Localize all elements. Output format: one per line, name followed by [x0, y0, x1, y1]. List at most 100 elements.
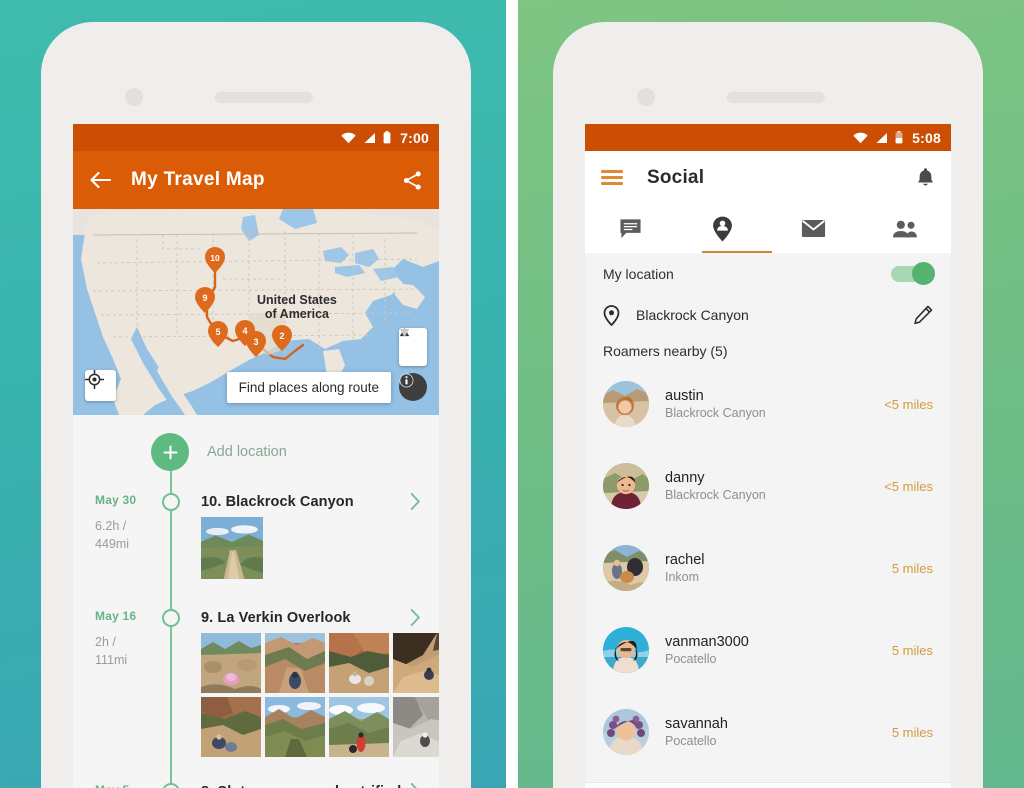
photo-thumbnail[interactable] [265, 633, 325, 693]
entry-duration: 6.2h / 449mi [95, 517, 157, 553]
signal-icon [876, 132, 888, 143]
right-showcase-panel: 5:08 Social My location Blackrock Canyon… [512, 0, 1024, 788]
entry-photos[interactable] [201, 633, 439, 757]
travel-map[interactable]: 10 9 5 4 3 2 United States of America Fi… [73, 209, 439, 415]
list-item-text: danny Blackrock Canyon [665, 470, 766, 502]
pencil-icon[interactable] [913, 305, 933, 325]
list-item[interactable]: vanman3000 Pocatello 5 miles [585, 609, 951, 691]
earpiece-speaker [726, 92, 825, 103]
photo-thumbnail[interactable] [201, 517, 263, 579]
roamers-header: Roamers nearby (5) [603, 343, 728, 359]
nav-list[interactable] [658, 783, 731, 788]
timeline-dot [162, 783, 180, 788]
timeline-entry[interactable]: May 5 8. Slot canyons and petrified sand… [73, 783, 439, 788]
find-places-tooltip[interactable]: Find places along route [226, 372, 391, 403]
photo-thumbnail[interactable] [393, 697, 439, 757]
wifi-icon [341, 132, 356, 143]
avatar [603, 627, 649, 673]
back-arrow-icon[interactable] [89, 171, 111, 189]
sidebar-item-location[interactable] [677, 204, 769, 253]
my-location-icon [85, 370, 104, 389]
canyon-hiker-back-photo [265, 633, 325, 693]
avatar [603, 709, 649, 755]
entry-duration-miles: 449mi [95, 537, 130, 552]
sidebar-item-messages[interactable] [768, 204, 860, 253]
nav-map[interactable] [585, 783, 658, 788]
roamer-distance: 5 miles [891, 642, 933, 658]
people-icon [893, 220, 918, 237]
signal-icon [364, 132, 376, 143]
narrow-canyon-bw-photo [393, 697, 439, 757]
country-label-line2: of America [264, 307, 330, 322]
right-phone-screen: 5:08 Social My location Blackrock Canyon… [585, 124, 951, 788]
entry-duration-hours: 2h / [95, 635, 116, 649]
screenshot-root: 7:00 My Travel Map 10 9 5 4 3 2 United S… [0, 0, 1024, 788]
map-info-button[interactable] [399, 373, 427, 401]
svg-text:5: 5 [215, 327, 220, 337]
roamer-location: Inkom [665, 570, 700, 584]
right-app-bar: Social [585, 151, 951, 204]
photo-thumbnail[interactable] [265, 697, 325, 757]
couple-viewpoint-photo [329, 697, 389, 757]
photo-thumbnail[interactable] [201, 697, 261, 757]
roamer-location: Blackrock Canyon [665, 406, 766, 420]
timeline-entry[interactable]: May 16 2h / 111mi 9. La Verkin Overlook [73, 609, 439, 761]
list-item[interactable]: savannah Pocatello 5 miles [585, 691, 951, 773]
left-phone-screen: 7:00 My Travel Map 10 9 5 4 3 2 United S… [73, 124, 439, 788]
status-bar-clock: 5:08 [912, 129, 941, 146]
current-place-row[interactable]: Blackrock Canyon [585, 295, 951, 335]
my-location-label: My location [603, 266, 674, 282]
left-app-bar: My Travel Map [73, 151, 439, 209]
nav-dot[interactable] [805, 783, 878, 788]
location-pin-icon [603, 304, 620, 326]
red-rock-climbers-photo [329, 633, 389, 693]
page-title: My Travel Map [131, 169, 265, 190]
entry-photos[interactable] [201, 517, 439, 579]
dirt-road-hills-photo [201, 517, 263, 579]
list-item[interactable]: austin Blackrock Canyon <5 miles [585, 363, 951, 445]
right-status-bar: 5:08 [585, 124, 951, 151]
my-location-row: My location [585, 253, 951, 295]
avatar [603, 381, 649, 427]
share-icon[interactable] [402, 170, 423, 191]
map-pin-3: 3 [246, 331, 266, 357]
roamer-location: Pocatello [665, 652, 717, 666]
earpiece-speaker [214, 92, 313, 103]
toggle-knob [912, 262, 935, 285]
bell-icon[interactable] [916, 167, 935, 188]
entry-duration-hours: 6.2h / [95, 519, 127, 533]
canyon-vista-photo [265, 697, 325, 757]
left-status-bar: 7:00 [73, 124, 439, 151]
front-camera-icon [637, 88, 655, 106]
photo-thumbnail[interactable] [329, 633, 389, 693]
status-bar-clock: 7:00 [400, 129, 429, 146]
hamburger-menu-icon[interactable] [601, 170, 623, 185]
entry-date: May 5 [95, 783, 129, 788]
add-location-button[interactable] [151, 433, 189, 471]
my-location-button[interactable] [85, 370, 116, 401]
sidebar-item-friends[interactable] [860, 204, 952, 253]
chevron-right-icon[interactable] [410, 609, 421, 626]
entry-date: May 16 [95, 609, 137, 623]
social-panel-body: My location Blackrock Canyon Roamers nea… [585, 253, 951, 788]
front-camera-icon [125, 88, 143, 106]
list-item[interactable]: danny Blackrock Canyon <5 miles [585, 445, 951, 527]
country-label-line1: United States [257, 293, 337, 307]
list-item[interactable]: rachel Inkom 5 miles [585, 527, 951, 609]
photo-thumbnail[interactable] [329, 697, 389, 757]
sidebar-item-chat[interactable] [585, 204, 677, 253]
add-location-row[interactable]: Add location [73, 421, 439, 477]
roamer-distance: 5 miles [891, 724, 933, 740]
chevron-right-icon[interactable] [410, 493, 421, 510]
chevron-right-icon[interactable] [410, 783, 421, 788]
roamer-name: rachel [665, 552, 705, 568]
map-tilt-button[interactable] [399, 328, 427, 366]
entry-duration-miles: 111mi [95, 653, 128, 668]
photo-thumbnail[interactable] [201, 633, 261, 693]
entry-title: 8. Slot canyons and petrified sand dunes [201, 783, 439, 788]
timeline-entry[interactable]: May 30 6.2h / 449mi 10. Blackrock Canyon [73, 493, 439, 583]
nav-social[interactable] [878, 783, 951, 788]
my-location-toggle[interactable] [891, 262, 935, 285]
photo-thumbnail[interactable] [393, 633, 439, 693]
nav-compass[interactable] [731, 783, 804, 788]
